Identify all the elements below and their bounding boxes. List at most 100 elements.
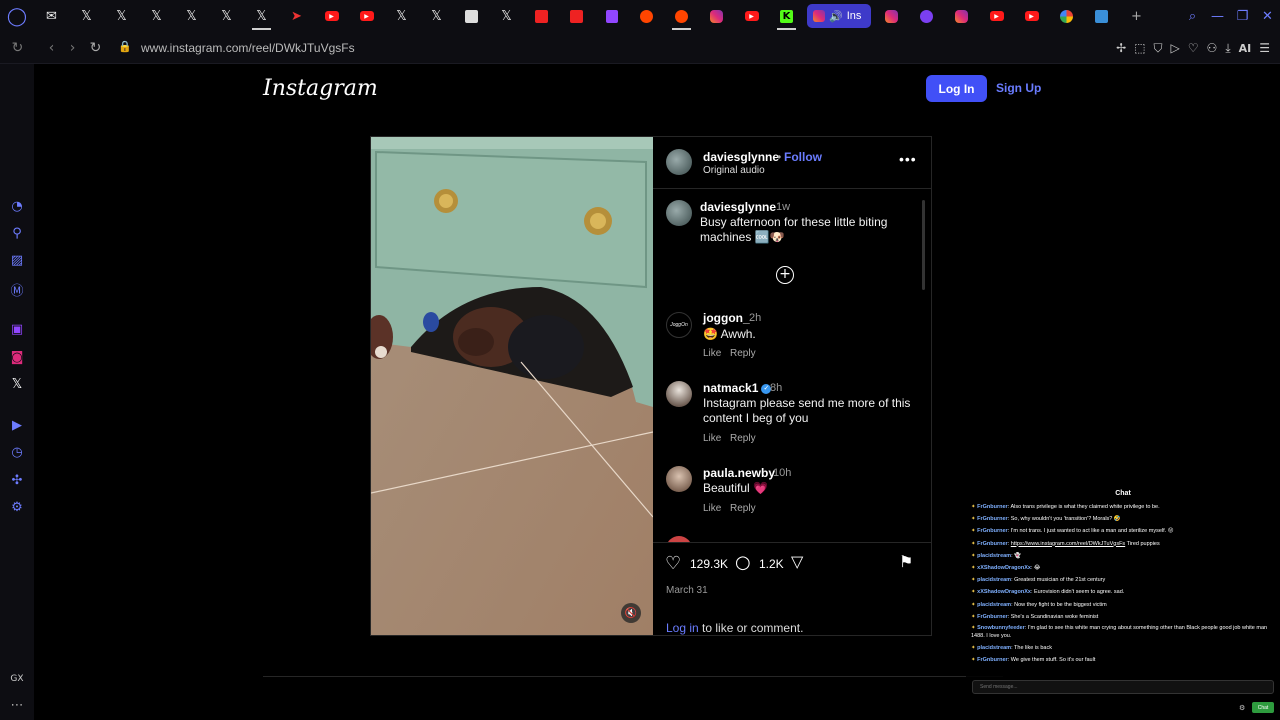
like-heart-icon[interactable]: ♡: [665, 553, 681, 574]
instagram-icon[interactable]: ◙: [0, 350, 34, 365]
tab-app[interactable]: [559, 2, 594, 30]
tab-reddit[interactable]: [664, 2, 699, 30]
tab-instagram[interactable]: [874, 2, 909, 30]
reply-button[interactable]: Reply: [730, 348, 756, 359]
chat-username[interactable]: FrGnburner: [977, 528, 1008, 534]
avatar[interactable]: [666, 149, 692, 175]
comment-bubble-icon[interactable]: ○: [735, 552, 751, 573]
login-button[interactable]: Log In: [926, 75, 987, 102]
tab-youtube[interactable]: ▶: [314, 2, 349, 30]
avatar[interactable]: [666, 466, 692, 492]
chat-username[interactable]: Snowbunnyfeeder: [977, 625, 1025, 631]
tab-instagram[interactable]: [944, 2, 979, 30]
more-options-icon[interactable]: •••: [899, 151, 917, 167]
avatar[interactable]: JoggOn: [666, 312, 692, 338]
share-icon[interactable]: ▽: [791, 552, 803, 571]
login-link[interactable]: Log in: [666, 621, 699, 635]
tab-x[interactable]: 𝕏: [209, 2, 244, 30]
mail-m-icon[interactable]: Ⓜ: [0, 280, 34, 299]
chat-username[interactable]: xXShadowDragonXx: [977, 565, 1031, 571]
reel-video[interactable]: 🔇: [371, 137, 653, 635]
heart-icon[interactable]: ♡: [1188, 41, 1199, 55]
signup-link[interactable]: Sign Up: [996, 81, 1041, 95]
chat-username[interactable]: xXShadowDragonXx: [977, 589, 1031, 595]
search-icon[interactable]: ⌕: [1180, 9, 1205, 24]
instagram-logo[interactable]: Instagram: [263, 76, 378, 101]
player-icon[interactable]: ▶: [0, 418, 34, 433]
tab-youtube[interactable]: ▶: [979, 2, 1014, 30]
minimize-icon[interactable]: —: [1205, 9, 1230, 24]
lock-icon[interactable]: 🔒: [118, 40, 132, 53]
tab-news[interactable]: [454, 2, 489, 30]
like-comment-button[interactable]: Like: [703, 503, 721, 514]
audio-label[interactable]: Original audio: [703, 165, 765, 176]
tab-google[interactable]: [1049, 2, 1084, 30]
tab-youtube[interactable]: ▶: [734, 2, 769, 30]
chat-send-button[interactable]: Chat: [1252, 702, 1274, 713]
history-icon[interactable]: ◷: [0, 445, 34, 460]
chat-username[interactable]: placidstream: [977, 553, 1011, 559]
add-circle-icon[interactable]: +: [776, 266, 794, 284]
scrollbar-thumb[interactable]: [922, 200, 925, 290]
bag-icon[interactable]: ⚲: [0, 226, 34, 241]
tab-twitch[interactable]: [594, 2, 629, 30]
url-field[interactable]: www.instagram.com/reel/DWkJTuVgsFs: [141, 41, 355, 55]
like-comment-button[interactable]: Like: [703, 433, 721, 444]
tab-x[interactable]: 𝕏: [69, 2, 104, 30]
account-icon[interactable]: ⚇: [1207, 41, 1218, 55]
chat-username[interactable]: placidstream: [977, 602, 1011, 608]
play-icon[interactable]: ▷: [1171, 41, 1180, 55]
back-icon[interactable]: ‹: [40, 40, 63, 56]
pin-icon[interactable]: ✢: [1116, 41, 1126, 55]
caption-username[interactable]: daviesglynne: [700, 200, 776, 214]
tab-instagram-active[interactable]: 🔊 Ins: [807, 4, 871, 28]
tab-x[interactable]: 𝕏: [244, 2, 279, 30]
tab-kick[interactable]: K: [769, 2, 804, 30]
avatar[interactable]: [666, 200, 692, 226]
tab-mail[interactable]: ✉: [34, 2, 69, 30]
comment-username[interactable]: paula.newby: [703, 466, 775, 480]
tab-app[interactable]: ➤: [279, 2, 314, 30]
chat-username[interactable]: FrGnburner: [977, 504, 1008, 510]
tab-x[interactable]: 𝕏: [419, 2, 454, 30]
author-username[interactable]: daviesglynne: [703, 150, 779, 164]
news-feed-icon[interactable]: ▨: [0, 253, 34, 268]
reply-button[interactable]: Reply: [730, 433, 756, 444]
comments-scrollbar[interactable]: [921, 190, 927, 542]
twitch-icon[interactable]: ▣: [0, 322, 34, 337]
tab-x[interactable]: 𝕏: [104, 2, 139, 30]
chat-username[interactable]: placidstream: [977, 577, 1011, 583]
chat-settings-icon[interactable]: ⚙: [1239, 704, 1245, 712]
x-icon[interactable]: 𝕏: [0, 377, 34, 392]
chat-messages[interactable]: ✦ FrGnburner: Also trans privilege is wh…: [971, 501, 1276, 671]
new-tab-button[interactable]: +: [1119, 2, 1154, 30]
forward-icon[interactable]: ›: [61, 40, 84, 56]
aria-icon[interactable]: ◔: [0, 199, 34, 214]
settings-icon[interactable]: ⚙: [0, 500, 34, 515]
reply-button[interactable]: Reply: [730, 503, 756, 514]
tab-app[interactable]: [524, 2, 559, 30]
chat-username[interactable]: FrGnburner: [977, 516, 1008, 522]
chat-username[interactable]: placidstream: [977, 645, 1011, 651]
bookmark-icon[interactable]: ⚑: [899, 552, 913, 571]
close-icon[interactable]: ✕: [1255, 9, 1280, 24]
speaker-icon[interactable]: 🔊: [829, 10, 843, 23]
tab-youtube[interactable]: ▶: [349, 2, 384, 30]
tab-x[interactable]: 𝕏: [384, 2, 419, 30]
mute-icon[interactable]: 🔇: [621, 603, 641, 623]
tab-instagram[interactable]: [699, 2, 734, 30]
snapshot-icon[interactable]: ⬚: [1134, 41, 1145, 55]
tab-reddit[interactable]: [629, 2, 664, 30]
tab-x[interactable]: 𝕏: [489, 2, 524, 30]
gx-icon[interactable]: GX: [0, 674, 34, 684]
like-comment-button[interactable]: Like: [703, 348, 721, 359]
chat-username[interactable]: FrGnburner: [977, 541, 1008, 547]
tab-app[interactable]: [1084, 2, 1119, 30]
shield-icon[interactable]: ⛉: [1154, 41, 1163, 56]
reload-icon[interactable]: ↻: [6, 40, 29, 56]
tab-x[interactable]: 𝕏: [174, 2, 209, 30]
like-count[interactable]: 129.3K: [690, 557, 728, 571]
opera-logo-icon[interactable]: ◯: [0, 0, 34, 32]
chat-message-input[interactable]: [972, 680, 1274, 694]
tab-youtube[interactable]: ▶: [1014, 2, 1049, 30]
